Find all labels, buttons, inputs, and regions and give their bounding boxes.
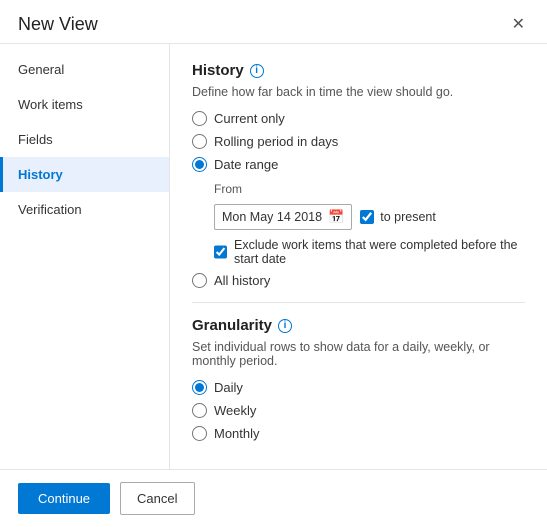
date-input[interactable]: Mon May 14 2018 📅 bbox=[214, 204, 352, 230]
to-present-checkbox[interactable] bbox=[360, 210, 374, 224]
sidebar-item-history[interactable]: History bbox=[0, 157, 169, 192]
radio-all-history[interactable]: All history bbox=[192, 273, 525, 288]
all-history-group: All history bbox=[192, 273, 525, 288]
dialog-title: New View bbox=[18, 14, 98, 35]
content-area: History i Define how far back in time th… bbox=[170, 44, 547, 469]
cancel-button[interactable]: Cancel bbox=[120, 482, 194, 515]
to-present-label[interactable]: to present bbox=[360, 210, 436, 224]
sidebar: GeneralWork itemsFieldsHistoryVerificati… bbox=[0, 44, 170, 469]
history-section-title: History i bbox=[192, 62, 525, 79]
radio-rolling-period-input[interactable] bbox=[192, 134, 207, 149]
date-value: Mon May 14 2018 bbox=[222, 210, 322, 224]
radio-all-history-input[interactable] bbox=[192, 273, 207, 288]
sidebar-item-work-items[interactable]: Work items bbox=[0, 87, 169, 122]
radio-date-range-input[interactable] bbox=[192, 157, 207, 172]
dialog-header: New View ✕ bbox=[0, 0, 547, 44]
radio-date-range[interactable]: Date range bbox=[192, 157, 525, 172]
radio-monthly[interactable]: Monthly bbox=[192, 426, 525, 441]
history-desc: Define how far back in time the view sho… bbox=[192, 85, 525, 99]
dialog-footer: Continue Cancel bbox=[0, 469, 547, 527]
from-label: From bbox=[214, 182, 525, 196]
close-button[interactable]: ✕ bbox=[508, 15, 529, 35]
radio-current-only[interactable]: Current only bbox=[192, 111, 525, 126]
exclude-checkbox[interactable] bbox=[214, 245, 227, 259]
sidebar-item-fields[interactable]: Fields bbox=[0, 122, 169, 157]
sidebar-item-verification[interactable]: Verification bbox=[0, 192, 169, 227]
radio-weekly[interactable]: Weekly bbox=[192, 403, 525, 418]
granularity-section-title: Granularity i bbox=[192, 317, 525, 334]
radio-monthly-input[interactable] bbox=[192, 426, 207, 441]
granularity-info-icon[interactable]: i bbox=[278, 319, 292, 333]
radio-rolling-period[interactable]: Rolling period in days bbox=[192, 134, 525, 149]
radio-daily-input[interactable] bbox=[192, 380, 207, 395]
divider bbox=[192, 302, 525, 303]
new-view-dialog: New View ✕ GeneralWork itemsFieldsHistor… bbox=[0, 0, 547, 527]
radio-current-only-input[interactable] bbox=[192, 111, 207, 126]
radio-daily[interactable]: Daily bbox=[192, 380, 525, 395]
sidebar-item-general[interactable]: General bbox=[0, 52, 169, 87]
continue-button[interactable]: Continue bbox=[18, 483, 110, 514]
calendar-icon: 📅 bbox=[328, 209, 344, 225]
exclude-row: Exclude work items that were completed b… bbox=[214, 238, 525, 266]
date-row: Mon May 14 2018 📅 to present bbox=[214, 204, 525, 230]
history-info-icon[interactable]: i bbox=[250, 64, 264, 78]
radio-weekly-input[interactable] bbox=[192, 403, 207, 418]
history-radio-group: Current only Rolling period in days Date… bbox=[192, 111, 525, 172]
dialog-body: GeneralWork itemsFieldsHistoryVerificati… bbox=[0, 44, 547, 469]
granularity-desc: Set individual rows to show data for a d… bbox=[192, 340, 525, 368]
granularity-radio-group: Daily Weekly Monthly bbox=[192, 380, 525, 441]
exclude-label: Exclude work items that were completed b… bbox=[234, 238, 525, 266]
